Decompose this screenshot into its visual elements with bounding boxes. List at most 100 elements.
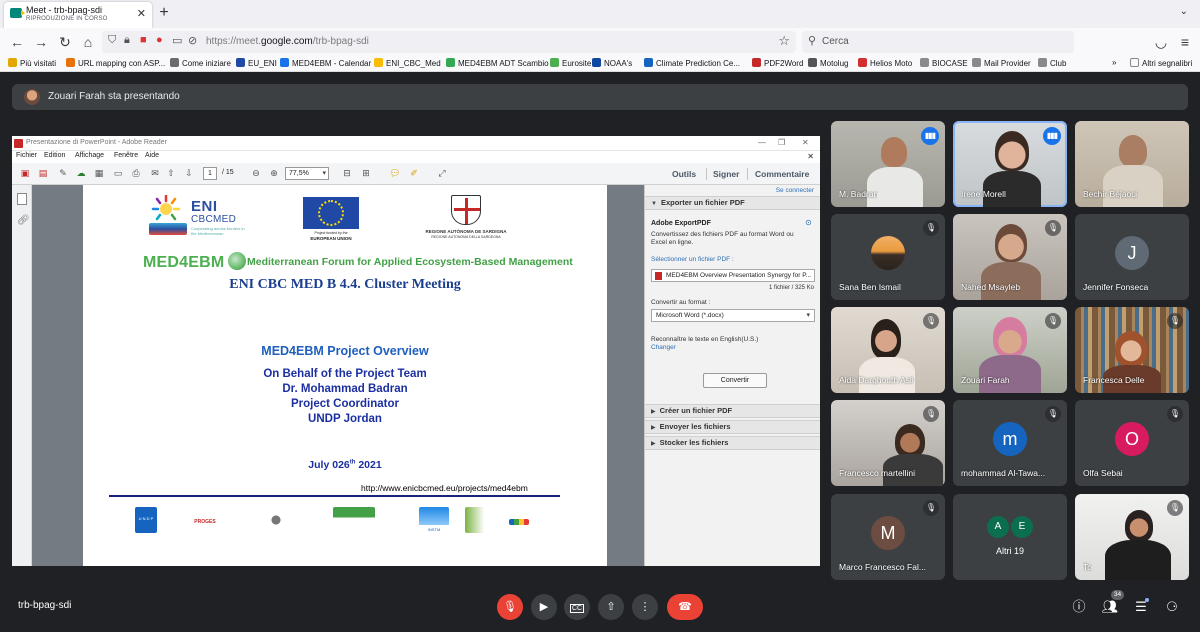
meeting-details-button[interactable]: ⓘ bbox=[1070, 598, 1088, 616]
store-files-header[interactable]: ▶ Stocker les fichiers bbox=[645, 436, 820, 450]
edit-icon[interactable]: ✎ bbox=[56, 167, 70, 180]
create-pdf-header[interactable]: ▶ Créer un fichier PDF bbox=[645, 404, 820, 418]
screen-share-icon[interactable]: ▭ bbox=[172, 34, 182, 47]
bookmark-item[interactable]: BIOCASE bbox=[920, 58, 968, 68]
bookmark-item[interactable]: Helios Moto bbox=[858, 58, 912, 68]
participant-tile[interactable]: 🎙︎ Nahed Msayleb bbox=[953, 214, 1067, 300]
zoom-out-icon[interactable]: ⊖ bbox=[249, 167, 263, 180]
reload-icon[interactable]: ↻ bbox=[56, 33, 74, 51]
bookmark-item[interactable]: Mail Provider bbox=[972, 58, 1031, 68]
bookmark-item[interactable]: EU_ENI bbox=[236, 58, 277, 68]
participant-tile[interactable]: ▮▮▮ Irene Morell bbox=[953, 121, 1067, 207]
participant-tile[interactable]: 🎙︎ Sana Ben Ismail bbox=[831, 214, 945, 300]
comment-icon[interactable]: 💬︎ bbox=[388, 167, 402, 180]
bookmark-item[interactable]: PDF2Word bbox=[752, 58, 803, 68]
info-icon[interactable]: ⊙ bbox=[805, 219, 812, 227]
bookmark-item[interactable]: MED4EBM - Calendar bbox=[280, 58, 371, 68]
participant-tile[interactable]: 🎙︎ Francesca Delle bbox=[1075, 307, 1189, 393]
participant-tile[interactable]: J Jennifer Fonseca bbox=[1075, 214, 1189, 300]
bookmark-item[interactable]: Motolug bbox=[808, 58, 848, 68]
bookmark-item[interactable]: Come iniziare bbox=[170, 58, 231, 68]
reader-menu-item[interactable]: Fichier bbox=[16, 152, 37, 159]
document-view[interactable]: ENI CBCMED Cooperating across borders in… bbox=[32, 185, 644, 566]
next-page-icon[interactable]: ⇩ bbox=[182, 167, 196, 180]
participant-tile[interactable]: 🎙︎ Francesco martellini bbox=[831, 400, 945, 486]
print-icon[interactable]: ⎙ bbox=[129, 167, 143, 180]
bookmark-item[interactable]: Climate Prediction Ce... bbox=[644, 58, 740, 68]
bookmark-item[interactable]: ENI_CBC_Med bbox=[374, 58, 441, 68]
camera-permission-icon[interactable]: ■ bbox=[140, 34, 147, 46]
comment-button[interactable]: Commentaire bbox=[755, 169, 809, 179]
participant-tile[interactable]: 🎙︎ Zouari Farah bbox=[953, 307, 1067, 393]
save-icon[interactable]: ▭ bbox=[111, 167, 125, 180]
bookmark-star-icon[interactable]: ☆ bbox=[778, 33, 790, 49]
leave-call-button[interactable]: ☎ bbox=[667, 594, 703, 620]
bookmark-item[interactable]: Più visitati bbox=[8, 58, 56, 68]
reader-menu-item[interactable]: Fenêtre bbox=[114, 152, 138, 159]
other-participants-tile[interactable]: A E Altri 19 bbox=[953, 494, 1067, 580]
other-bookmarks[interactable]: Altri segnalibri bbox=[1130, 58, 1192, 68]
new-tab-button[interactable]: + bbox=[156, 4, 172, 22]
tab-list-icon[interactable]: ⌄ bbox=[1180, 6, 1188, 17]
change-language-link[interactable]: Changer bbox=[651, 344, 676, 351]
bookmark-item[interactable]: Eurosite bbox=[550, 58, 591, 68]
fit-page-icon[interactable]: ⊟ bbox=[340, 167, 354, 180]
forward-icon[interactable]: → bbox=[32, 33, 50, 51]
captions-button[interactable]: CC bbox=[564, 594, 590, 620]
highlight-icon[interactable]: ✐ bbox=[407, 167, 421, 180]
restore-icon[interactable]: ❐ bbox=[778, 138, 785, 147]
participant-tile[interactable]: 🎙︎ To bbox=[1075, 494, 1189, 580]
participant-tile[interactable]: Bechir Béjaoui bbox=[1075, 121, 1189, 207]
convert-button[interactable]: Convertir bbox=[703, 373, 767, 388]
more-options-button[interactable]: ⋮ bbox=[632, 594, 658, 620]
reader-menu-item[interactable]: Edition bbox=[44, 152, 65, 159]
microphone-permission-icon[interactable]: ● bbox=[156, 34, 163, 46]
select-pdf-link[interactable]: Sélectionner un fichier PDF : bbox=[651, 256, 734, 263]
close-icon[interactable]: ✕ bbox=[802, 138, 809, 147]
participant-tile[interactable]: m 🎙︎ mohammad Al-Tawa... bbox=[953, 400, 1067, 486]
participant-tile[interactable]: ▮▮▮ M. Badran bbox=[831, 121, 945, 207]
format-select[interactable]: Microsoft Word (*.docx) bbox=[651, 309, 815, 322]
sign-button[interactable]: Signer bbox=[713, 169, 739, 179]
pocket-icon[interactable]: ◡ bbox=[1152, 33, 1170, 51]
browser-tab-meet[interactable]: Meet - trb-bpag-sdi RIPRODUZIONE IN CORS… bbox=[4, 2, 152, 28]
home-icon[interactable]: ⌂ bbox=[79, 33, 97, 51]
present-button[interactable]: ⇧ bbox=[598, 594, 624, 620]
create-pdf-icon[interactable]: ▣ bbox=[18, 167, 32, 180]
back-icon[interactable]: ← bbox=[8, 33, 26, 51]
fullscreen-icon[interactable]: ⤢ bbox=[435, 167, 449, 180]
minimize-icon[interactable]: — bbox=[758, 138, 766, 147]
cloud-icon[interactable]: ☁ bbox=[74, 167, 88, 180]
folder-open-icon[interactable]: ▦ bbox=[92, 167, 106, 180]
reader-menu-item[interactable]: Aide bbox=[145, 152, 159, 159]
tools-button[interactable]: Outils bbox=[672, 169, 696, 179]
document-close-icon[interactable]: ✕ bbox=[807, 152, 814, 161]
people-button[interactable]: 👥︎ bbox=[1101, 598, 1119, 616]
participant-tile[interactable]: O 🎙︎ Olfa Sebai bbox=[1075, 400, 1189, 486]
shield-icon[interactable]: ⛉ bbox=[108, 34, 116, 47]
attachments-icon[interactable]: 🔗︎ bbox=[17, 215, 30, 227]
block-icon[interactable]: ⊘ bbox=[188, 34, 197, 47]
mic-toggle-button[interactable]: 🎙︎ bbox=[497, 594, 523, 620]
tab-close-icon[interactable]: ✕ bbox=[137, 7, 146, 20]
fit-width-icon[interactable]: ⊞ bbox=[359, 167, 373, 180]
zoom-select[interactable]: 77,5% bbox=[285, 167, 329, 180]
previous-page-icon[interactable]: ⇧ bbox=[164, 167, 178, 180]
export-pdf-header[interactable]: ▼ Exporter un fichier PDF bbox=[645, 196, 820, 210]
participant-tile[interactable]: M 🎙︎ Marco Francesco Fal... bbox=[831, 494, 945, 580]
activities-button[interactable]: ⚆ bbox=[1163, 598, 1181, 616]
zoom-in-icon[interactable]: ⊕ bbox=[267, 167, 281, 180]
selected-file-field[interactable]: MED4EBM Overview Presentation Synergy fo… bbox=[651, 269, 815, 282]
sign-in-link[interactable]: Se connecter bbox=[776, 187, 814, 194]
email-icon[interactable]: ✉ bbox=[148, 167, 162, 180]
bookmarks-overflow-icon[interactable]: » bbox=[1112, 58, 1116, 67]
send-files-header[interactable]: ▶ Envoyer les fichiers bbox=[645, 420, 820, 434]
lock-icon[interactable]: 🔒︎ bbox=[124, 34, 130, 47]
bookmark-item[interactable]: URL mapping con ASP... bbox=[66, 58, 165, 68]
page-number-input[interactable]: 1 bbox=[203, 167, 217, 180]
address-bar[interactable]: ⛉ 🔒︎ ■ ● ▭ ⊘ https://meet.google.com/trb… bbox=[102, 31, 796, 53]
thumbnails-icon[interactable] bbox=[17, 193, 27, 205]
menu-icon[interactable]: ≡ bbox=[1176, 33, 1194, 51]
search-input[interactable]: ⚲ Cerca bbox=[802, 31, 1074, 53]
bookmark-item[interactable]: MED4EBM ADT Scambio bbox=[446, 58, 549, 68]
